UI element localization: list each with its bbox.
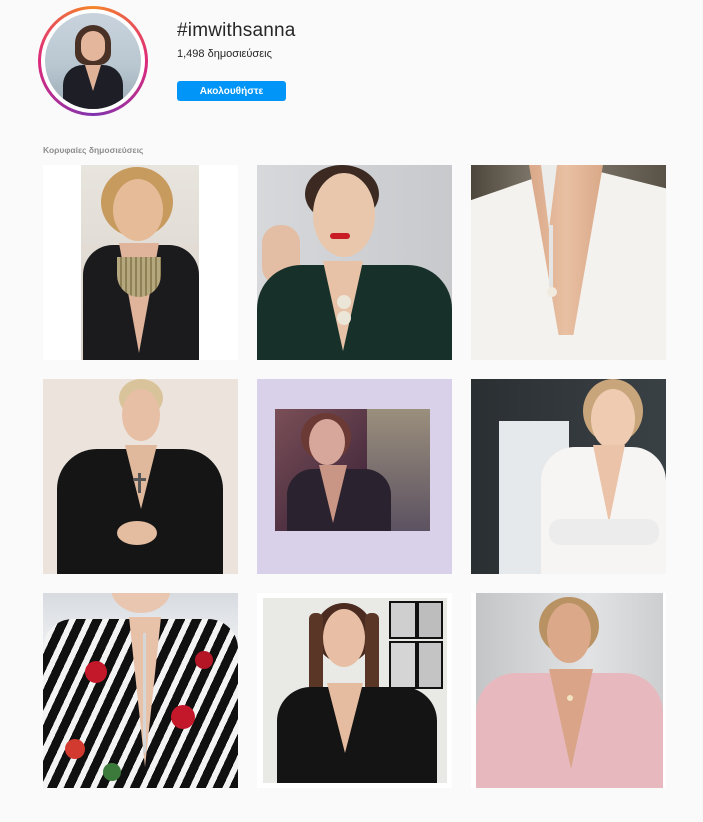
avatar-photo (45, 13, 141, 109)
hashtag-header: #imwithsanna 1,498 δημοσιεύσεις Ακολουθή… (0, 0, 703, 135)
follow-button[interactable]: Ακολουθήστε (177, 81, 286, 101)
post-thumbnail[interactable] (471, 593, 666, 788)
top-posts-heading: Κορυφαίες δημοσιεύσεις (43, 145, 144, 155)
post-thumbnail[interactable] (257, 593, 452, 788)
post-thumbnail[interactable] (43, 593, 238, 788)
hashtag-title: #imwithsanna (177, 20, 296, 41)
post-thumbnail[interactable] (257, 165, 452, 360)
post-thumbnail[interactable] (471, 379, 666, 574)
post-thumbnail[interactable] (43, 379, 238, 574)
hashtag-avatar[interactable] (38, 6, 148, 116)
post-thumbnail[interactable] (471, 165, 666, 360)
post-count: 1,498 δημοσιεύσεις (177, 48, 272, 60)
post-thumbnail[interactable] (257, 379, 452, 574)
post-thumbnail[interactable] (43, 165, 238, 360)
